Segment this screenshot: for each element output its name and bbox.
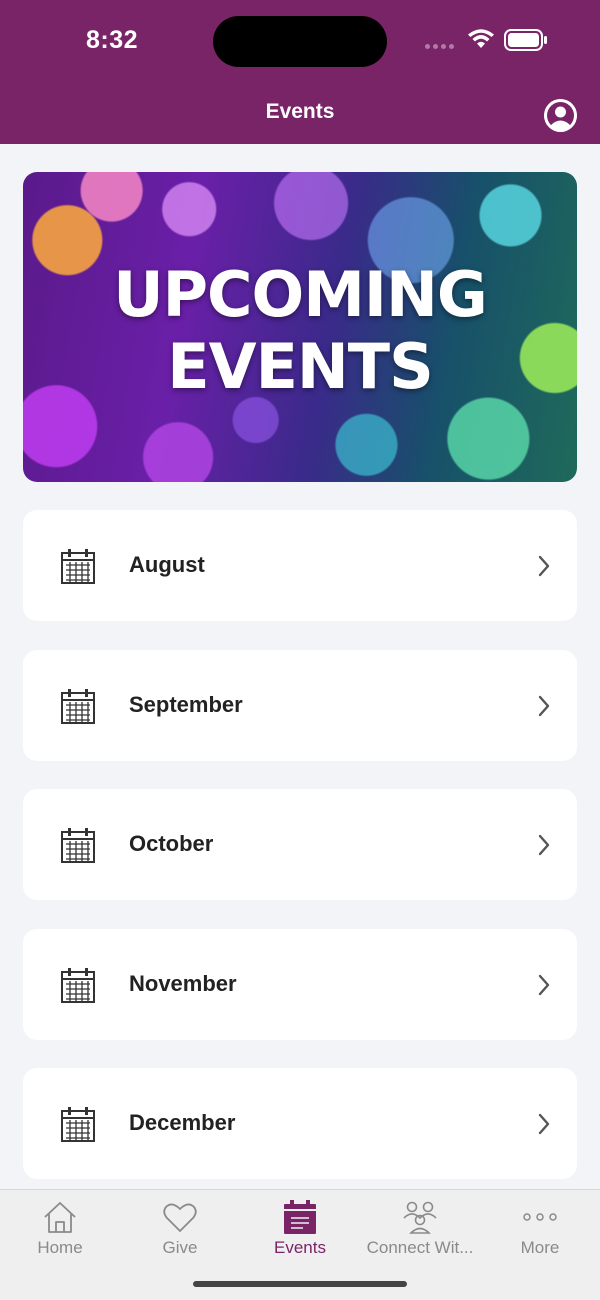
tab-label: Home [37,1238,83,1257]
more-icon [523,1213,557,1221]
wifi-icon [468,29,494,48]
profile-button[interactable] [544,99,577,132]
tab-label: Events [274,1238,326,1257]
tab-more[interactable]: More [480,1190,600,1270]
calendar-icon [284,1200,316,1234]
calendar-icon [61,689,95,724]
month-label: September [129,692,243,717]
people-icon [403,1201,437,1234]
calendar-icon [61,828,95,863]
month-label: November [129,971,237,996]
upcoming-events-banner: UPCOMING EVENTS [23,172,577,482]
tab-label: Give [162,1238,198,1257]
banner-title-line2: EVENTS [167,330,434,403]
chevron-right-icon [538,555,550,577]
month-row-october[interactable]: October [23,789,577,900]
month-label: August [129,552,205,577]
heart-icon [163,1203,197,1232]
chevron-right-icon [538,1113,550,1135]
calendar-icon [61,549,95,584]
month-row-december[interactable]: December [23,1068,577,1179]
month-row-november[interactable]: November [23,929,577,1040]
home-icon [44,1202,76,1233]
month-row-september[interactable]: September [23,650,577,761]
tab-home[interactable]: Home [0,1190,120,1270]
status-time: 8:32 [86,26,139,54]
calendar-icon [61,1107,95,1142]
chevron-right-icon [538,834,550,856]
chevron-right-icon [538,695,550,717]
battery-icon [504,29,547,51]
tab-connect-with[interactable]: Connect Wit... [360,1190,480,1270]
chevron-right-icon [538,974,550,996]
month-label: December [129,1110,236,1135]
month-label: October [129,831,214,856]
page-title: Events [265,100,335,123]
month-row-august[interactable]: August [23,510,577,621]
calendar-icon [61,968,95,1003]
home-indicator [193,1281,407,1287]
tab-events[interactable]: Events [240,1190,360,1270]
tab-give[interactable]: Give [120,1190,240,1270]
dynamic-island [213,16,387,67]
banner-title-line1: UPCOMING [113,258,488,331]
user-circle-icon [544,99,577,132]
top-header: 8:32 Events [0,0,600,144]
tab-label: Connect Wit... [366,1238,474,1257]
cellular-signal-icon [425,44,454,49]
tab-label: More [520,1238,560,1257]
